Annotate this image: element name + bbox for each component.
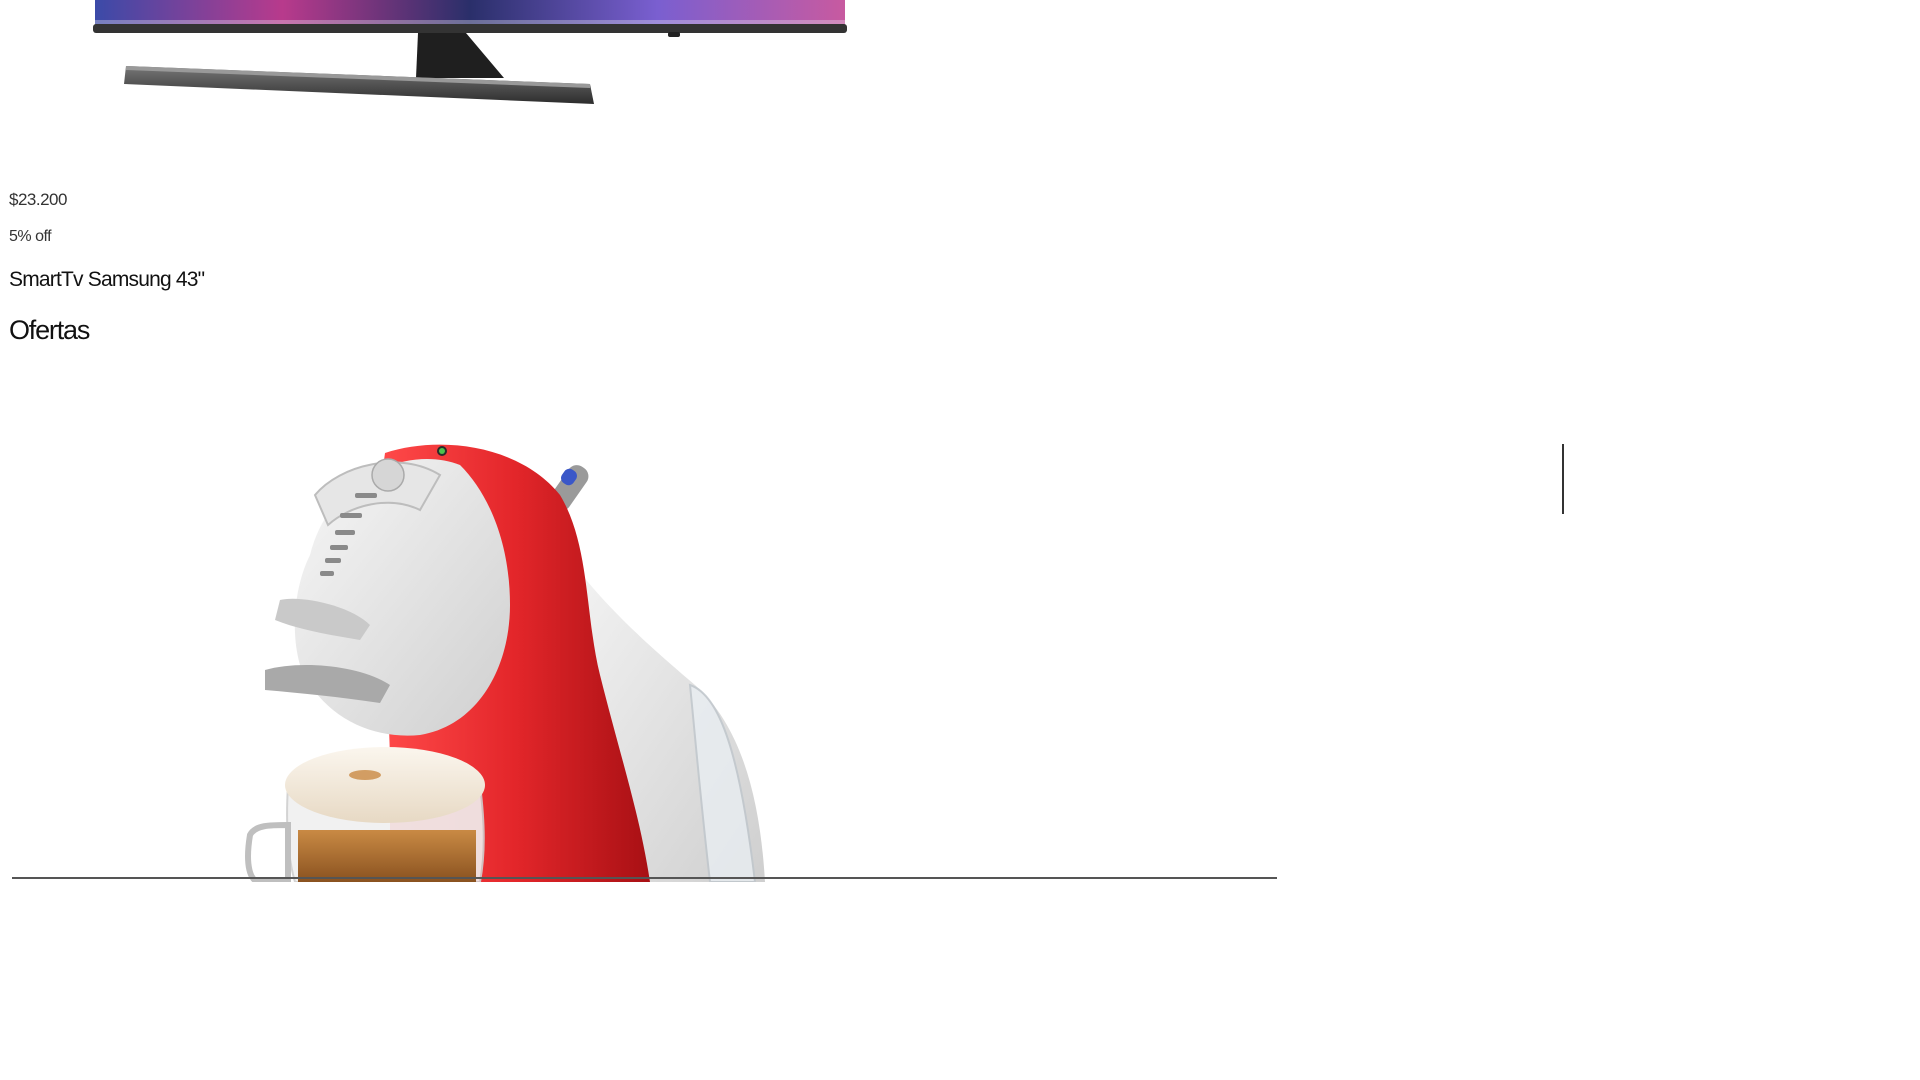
scrollbar-thumb[interactable]	[1562, 444, 1564, 514]
product-price: $23.200	[9, 190, 67, 209]
divider	[12, 877, 1277, 879]
section-heading: Ofertas	[9, 315, 90, 345]
product-title[interactable]: SmartTv Samsung 43"	[9, 268, 205, 292]
page: $23.200 5% off SmartTv Samsung 43" Ofert…	[0, 0, 1566, 882]
discount-badge: 5% off	[9, 228, 52, 245]
coffee-machine-product-image[interactable]	[240, 435, 780, 882]
tv-product-image[interactable]	[0, 0, 920, 120]
